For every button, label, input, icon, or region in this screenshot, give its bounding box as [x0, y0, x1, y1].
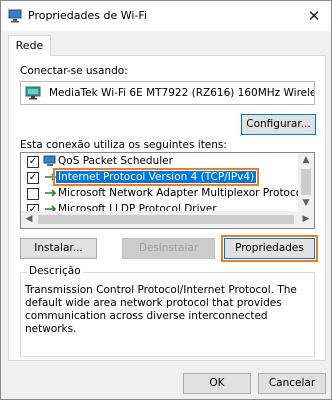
scroll-up-icon[interactable]: ▲ [298, 155, 314, 165]
items-list[interactable]: ✓ QoS Packet Scheduler ✓ Internet Protoc… [20, 152, 315, 229]
checkbox-checked[interactable]: ✓ [27, 156, 39, 168]
scroll-thumb[interactable] [38, 215, 294, 224]
properties-button[interactable]: Propriedades [221, 235, 318, 262]
install-button[interactable]: Instalar... [20, 238, 97, 259]
uninstall-button-label: Desinstalar [138, 242, 199, 254]
tab-panel: Conectar-se usando: MediaTek Wi-Fi 6E MT… [8, 55, 326, 361]
list-item-selected[interactable]: ✓ Internet Protocol Version 4 (TCP/IPv4) [21, 168, 299, 186]
close-icon[interactable]: ✕ [305, 7, 323, 25]
network-service-icon [43, 155, 56, 166]
vertical-scrollbar[interactable]: ▲ ▼ [298, 153, 314, 212]
list-item-label: QoS Packet Scheduler [58, 155, 173, 167]
tab-rede[interactable]: Rede [8, 35, 51, 56]
properties-button-label: Propriedades [235, 242, 304, 254]
properties-dialog: Propriedades de Wi-Fi ✕ Rede Conectar-se… [0, 0, 332, 400]
protocol-icon [45, 173, 57, 181]
checkbox-checked[interactable]: ✓ [27, 172, 39, 184]
list-item[interactable]: Microsoft Network Adapter Multiplexor Pr… [21, 186, 305, 202]
ok-button-label: OK [209, 377, 225, 389]
list-item-label: Microsoft Network Adapter Multiplexor Pr… [58, 187, 306, 199]
window-title: Propriedades de Wi-Fi [28, 9, 147, 22]
checkbox-unchecked[interactable] [27, 188, 39, 200]
configure-button-label: Configurar... [246, 118, 311, 130]
items-label: Esta conexão utiliza os seguintes itens: [20, 139, 227, 151]
list-item[interactable]: ✓ QoS Packet Scheduler [21, 154, 299, 170]
title-bar: Propriedades de Wi-Fi ✕ [1, 1, 331, 31]
scroll-down-icon[interactable]: ▼ [298, 198, 314, 208]
adapter-name: MediaTek Wi-Fi 6E MT7922 (RZ616) 160MHz … [49, 87, 315, 99]
network-icon [8, 9, 22, 23]
list-item-label: Internet Protocol Version 4 (TCP/IPv4) [52, 168, 260, 186]
connect-using-label: Conectar-se usando: [20, 65, 128, 77]
cancel-button[interactable]: Cancelar [258, 373, 326, 394]
description-title: Descrição [27, 265, 83, 277]
adapter-field: MediaTek Wi-Fi 6E MT7922 (RZ616) 160MHz … [20, 81, 315, 105]
ok-button[interactable]: OK [183, 373, 251, 394]
protocol-icon [45, 189, 57, 197]
network-adapter-icon [25, 86, 41, 100]
install-button-label: Instalar... [34, 242, 83, 254]
cancel-button-label: Cancelar [268, 377, 316, 389]
scroll-right-icon[interactable]: ▶ [298, 214, 314, 224]
scroll-left-icon[interactable]: ◀ [21, 214, 37, 224]
uninstall-button[interactable]: Desinstalar [122, 238, 215, 259]
horizontal-scrollbar[interactable]: ◀ ▶ [21, 211, 314, 228]
configure-button[interactable]: Configurar... [241, 114, 316, 135]
description-group: Descrição Transmission Control Protocol/… [20, 265, 315, 357]
scroll-thumb[interactable] [301, 169, 311, 195]
description-text: Transmission Control Protocol/Internet P… [25, 284, 297, 335]
